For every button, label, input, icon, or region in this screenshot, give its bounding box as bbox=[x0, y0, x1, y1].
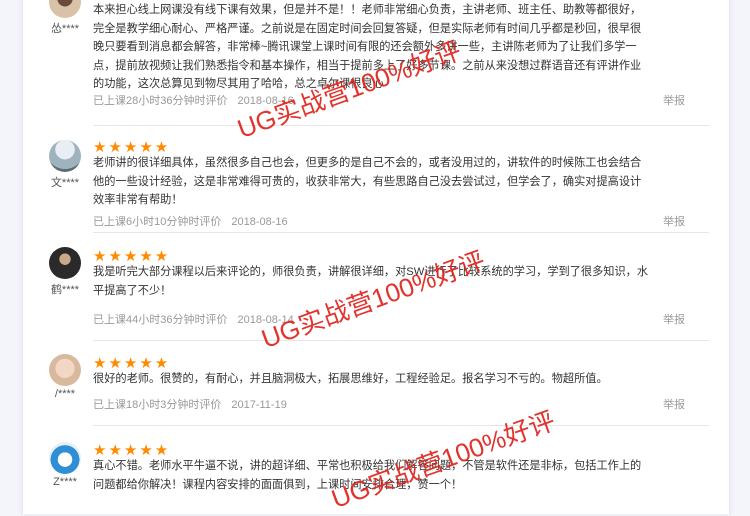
review-item: /**** ★★★★★ 很好的老师。很赞的，有耐心，并且脑洞极大，拓展思维好，工… bbox=[49, 340, 709, 426]
review-date: 2018-08-14 bbox=[237, 314, 294, 326]
review-duration: 已上课28小时36分钟时评价 bbox=[93, 95, 228, 107]
review-text: 很好的老师。很赞的，有耐心，并且脑洞极大，拓展思维好，工程经验足。报名学习不亏的… bbox=[93, 373, 608, 385]
report-link[interactable]: 举报 bbox=[663, 396, 685, 412]
avatar[interactable] bbox=[49, 0, 81, 18]
review-date: 2017-11-19 bbox=[231, 399, 287, 411]
review-text: 本来担心线上网课没有线下课有效果，但是并不是！！老师非常细心负责，主讲老师、班主… bbox=[93, 4, 642, 90]
avatar[interactable] bbox=[49, 354, 81, 386]
review-item: 文**** ★★★★★ 老师讲的很详细具体，虽然很多自己也会，但更多的是自己不会… bbox=[49, 125, 709, 233]
review-text: 老师讲的很详细具体，虽然很多自己也会，但更多的是自己不会的，或者没用过的，讲软件… bbox=[93, 157, 642, 206]
review-item: 鹤**** ★★★★★ 我是听完大部分课程以后来评论的，师很负责，讲解很详细，对… bbox=[49, 232, 709, 341]
review-duration: 已上课18小时3分钟时评价 bbox=[93, 399, 222, 411]
review-date: 2018-08-16 bbox=[237, 95, 294, 107]
review-meta: 已上课28小时36分钟时评价 2018-08-16 bbox=[93, 92, 294, 108]
reviewer-name: 怂**** bbox=[50, 23, 80, 35]
reviewer-name: /**** bbox=[54, 388, 76, 400]
review-date: 2018-08-16 bbox=[231, 216, 288, 228]
report-link[interactable]: 举报 bbox=[663, 213, 685, 229]
review-meta: 已上课18小时3分钟时评价 2017-11-19 bbox=[93, 396, 287, 412]
avatar[interactable] bbox=[49, 140, 81, 172]
review-duration: 已上课6小时10分钟时评价 bbox=[93, 216, 222, 228]
report-link[interactable]: 举报 bbox=[663, 311, 685, 327]
report-link[interactable]: 举报 bbox=[663, 92, 685, 108]
review-meta: 已上课6小时10分钟时评价 2018-08-16 bbox=[93, 213, 288, 229]
review-text: 我是听完大部分课程以后来评论的，师很负责，讲解很详细，对SW进行了比较系统的学习… bbox=[93, 266, 649, 297]
review-item: Z**** ★★★★★ 真心不错。老师水平牛逼不说，讲的超详细、平常也积极给我们… bbox=[49, 425, 709, 515]
review-panel: 怂**** 本来担心线上网课没有线下课有效果，但是并不是！！老师非常细心负责，主… bbox=[22, 0, 730, 514]
reviewer-name: 鹤**** bbox=[50, 284, 80, 296]
review-meta: 已上课44小时36分钟时评价 2018-08-14 bbox=[93, 311, 294, 327]
avatar[interactable] bbox=[49, 247, 81, 279]
review-text: 真心不错。老师水平牛逼不说，讲的超详细、平常也积极给我们解答问题，不管是软件还是… bbox=[93, 460, 642, 491]
reviewer-name: 文**** bbox=[50, 177, 80, 189]
review-duration: 已上课44小时36分钟时评价 bbox=[93, 314, 228, 326]
reviewer-name: Z**** bbox=[53, 476, 77, 488]
avatar[interactable] bbox=[49, 442, 81, 474]
review-item: 怂**** 本来担心线上网课没有线下课有效果，但是并不是！！老师非常细心负责，主… bbox=[49, 0, 709, 126]
